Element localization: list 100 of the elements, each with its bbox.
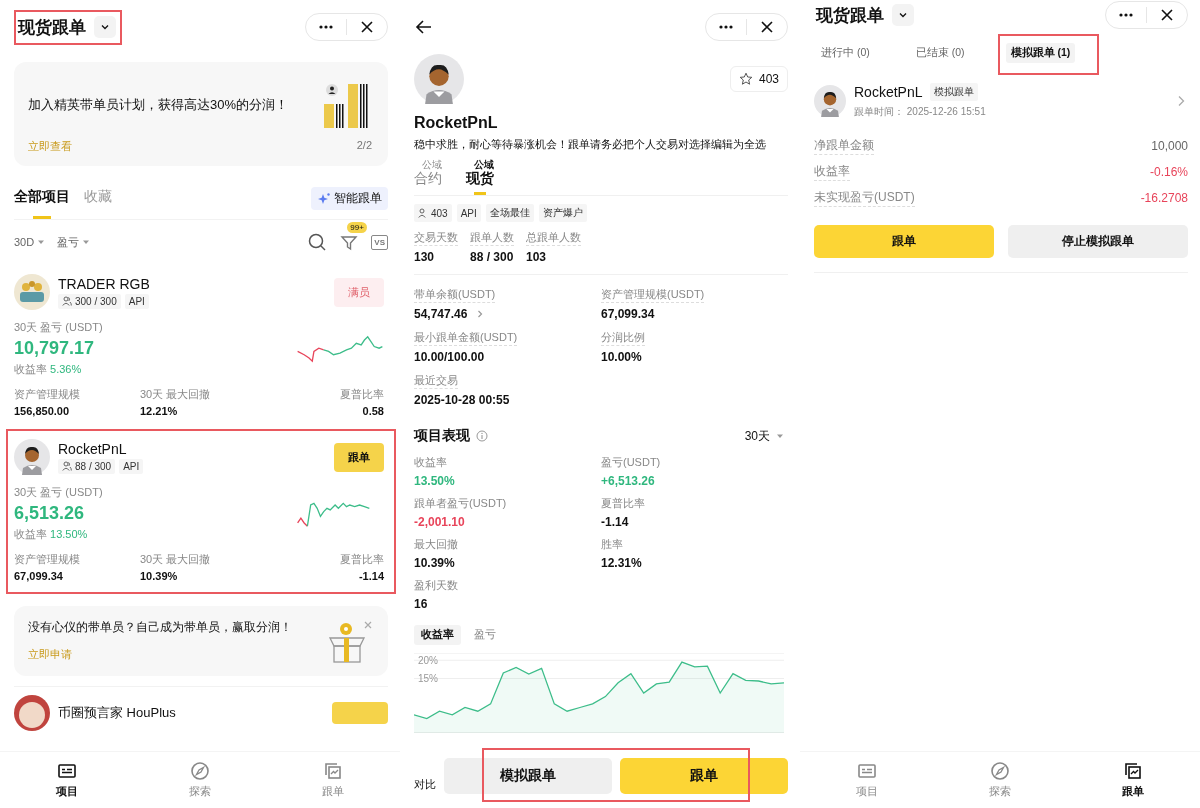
metric-value: 10.39% [414,556,456,570]
trader-name: RocketPnL [854,84,923,100]
metric-label: 最大回撤 [414,537,459,552]
stat-value: 12.21% [140,405,179,417]
follow-button[interactable]: 跟单 [334,442,384,472]
stat-value: 10.39% [140,570,179,582]
chart-icon [1123,761,1144,781]
trader-name: RocketPnL [414,114,499,132]
avatar [14,439,50,475]
section-title: 项目表现 [414,427,470,445]
star-icon [738,72,753,86]
axis-label: 15% [418,673,438,685]
dropdown-button[interactable] [94,16,116,38]
stat-value: 10.00% [601,350,642,364]
row-label: 未实现盈亏(USDT) [814,189,915,207]
metric-label: 盈利天数 [414,578,459,593]
avatar [14,274,50,310]
tab[interactable]: 已结束 (0) [910,43,970,63]
close-icon[interactable] [359,19,375,35]
period-dropdown[interactable]: 30天 [744,427,784,445]
tab[interactable]: 进行中 (0) [816,43,875,63]
people-icon [62,296,72,306]
caret-down-icon [82,238,91,246]
metric-label: 胜率 [601,537,624,552]
stat-value: 54,747.46 [414,307,468,321]
copy-time: 跟单时间： 2025-12-26 15:51 [854,105,987,119]
search-icon[interactable] [307,232,328,252]
row-value: -16.2708 [1140,191,1188,205]
page-title: 现货跟单 [816,4,884,27]
promo-text: 没有心仪的带单员？自己成为带单员，赢取分润！ [28,620,292,635]
stat-label: 夏普比率 [340,552,384,567]
list-icon [56,761,77,781]
stat-label: 资产管理规模 [14,552,81,567]
stop-button[interactable]: 停止模拟跟单 [1008,225,1188,258]
close-icon[interactable] [1159,7,1175,23]
caret-down-icon [37,238,46,246]
metric-value: 13.50% [414,474,456,488]
api-tag: API [124,293,149,309]
row-label: 收益率 [814,163,850,181]
stat-label: 30天 最大回撤 [140,387,212,402]
row-value: -0.16% [1149,165,1188,179]
stat-label: 总跟单人数 [526,230,581,246]
stat-label: 30天 最大回撤 [140,552,212,567]
metric-label: 夏普比率 [601,496,646,511]
compass-icon [990,761,1010,781]
metric-value: -2,001.10 [414,515,466,529]
trader-name[interactable]: 币圈预言家 HouPlus [58,704,324,722]
metric-label: 收益率 [414,455,448,470]
page-title: 现货跟单 [18,16,86,39]
chevron-down-icon [898,10,908,20]
metric-label: 跟单者盈亏(USDT) [414,496,508,511]
simulate-button[interactable]: 模拟跟单 [444,758,612,794]
chart-tab[interactable]: 盈亏 [467,625,503,645]
row-label: 净跟单金额 [814,137,874,155]
metric-value: 16 [414,597,429,611]
api-tag: API [119,458,144,474]
stat-label: 夏普比率 [340,387,384,402]
metric-value: -1.14 [601,515,630,529]
filter-dropdown[interactable]: 盈亏 [57,234,91,250]
page-indicator: 2/2 [356,139,372,153]
nav-tab[interactable]: 项目 [836,761,897,799]
nav-tab[interactable]: 跟单 [303,761,364,799]
follow-button[interactable]: 跟单 [814,225,994,258]
nav-tab[interactable]: 探索 [970,761,1030,799]
stat-value: 88 / 300 [470,250,514,264]
stat-label: 最小跟单金额(USDT) [414,330,518,346]
people-icon [62,461,72,471]
chart-tab[interactable]: 收益率 [414,625,461,645]
dropdown-button[interactable] [892,4,914,26]
stat-label: 30天 盈亏 (USDT) [14,320,103,335]
tag: 资产爆户 [538,204,587,222]
stat-value: 103 [526,250,548,264]
tab[interactable]: 模拟跟单 (1) [1005,43,1076,63]
pnl-value: 10,797.17 [14,338,96,359]
stat-value: 0.58 [362,405,384,417]
tab[interactable]: 全部项目 [14,184,70,219]
smart-copy-button[interactable]: 智能跟单 [311,187,388,210]
tab[interactable]: 公域 合约 [414,160,442,195]
trader-name[interactable]: TRADER RGB [58,275,326,292]
favorite-button[interactable]: 403 [729,66,788,92]
compare-label[interactable]: 对比 [414,778,436,792]
return-rate: 5.36% [50,363,82,375]
filter-dropdown[interactable]: 30D [14,234,46,250]
nav-tab[interactable]: 探索 [170,761,230,799]
stat-label: 收益率 [14,528,47,540]
stat-label: 30天 盈亏 (USDT) [14,485,103,500]
follow-button[interactable]: 跟单 [620,758,788,794]
stat-label: 收益率 [14,363,47,375]
stat-value: 130 [414,250,436,264]
trader-bio: 稳中求胜，耐心等待暴涨机会！跟单请务必把个人交易对选择编辑为全选 [414,138,767,152]
avatar [414,54,464,104]
compare-button[interactable]: VS [371,234,388,250]
nav-tab[interactable]: 跟单 [1103,761,1164,799]
sparkle-icon [317,191,331,206]
trader-name[interactable]: RocketPnL [58,440,326,457]
close-icon[interactable] [759,19,775,35]
tab[interactable]: 公域 现货 [466,160,494,195]
nav-tab[interactable]: 项目 [36,761,97,799]
chart-icon [323,761,344,781]
stat-label: 最近交易 [414,373,458,389]
